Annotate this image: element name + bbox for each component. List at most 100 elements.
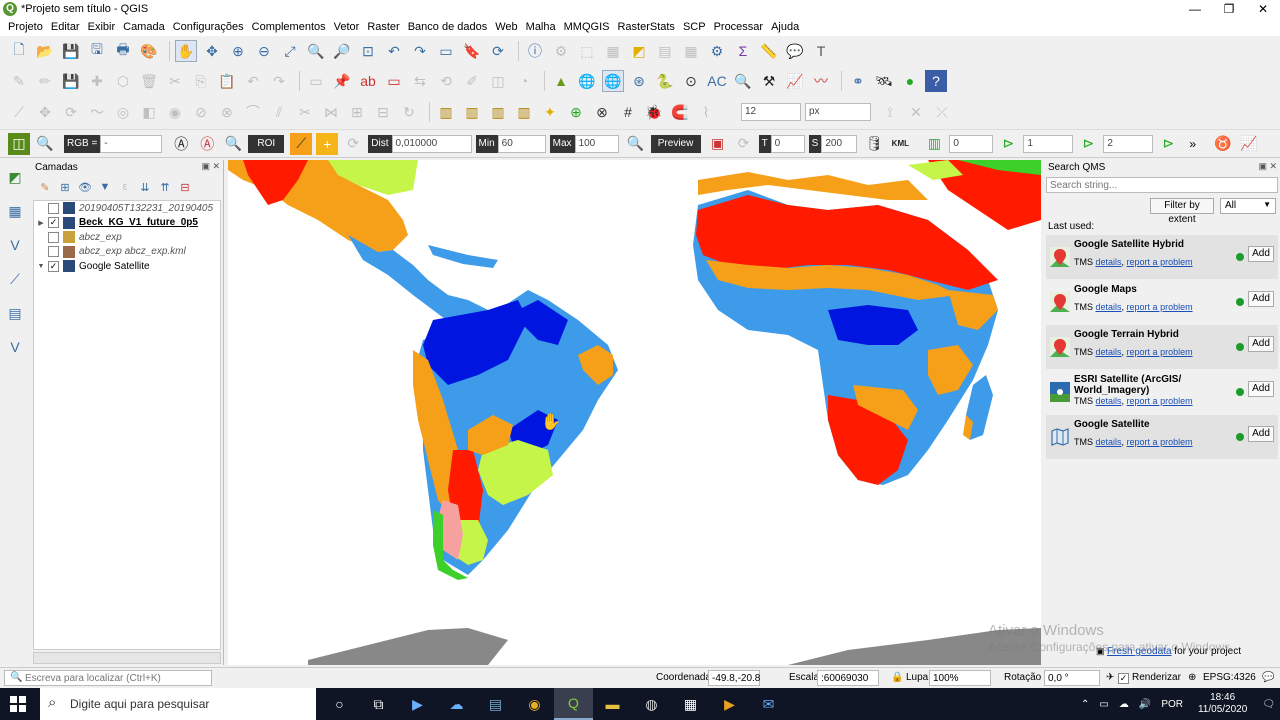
diagram-icon[interactable]: ◔: [513, 70, 535, 92]
details-link[interactable]: details: [1096, 347, 1122, 357]
band-set-icon[interactable]: ▥: [923, 133, 945, 155]
statistics-icon[interactable]: Σ: [732, 40, 754, 62]
menu-exibir[interactable]: Exibir: [84, 21, 120, 33]
rotate-point-icon[interactable]: ↻: [398, 101, 420, 123]
windows-start-icon[interactable]: [0, 688, 36, 720]
merge-attributes-icon[interactable]: ⊟: [372, 101, 394, 123]
roi-redo-icon[interactable]: ⟳: [342, 133, 364, 155]
zoom-preview-icon[interactable]: 🔍: [625, 133, 647, 155]
taskbar-search-input[interactable]: ⌕ Digite aqui para pesquisar: [40, 688, 316, 720]
notifications-icon[interactable]: 🗨: [1262, 699, 1275, 710]
add-group-icon[interactable]: ⊞: [57, 179, 73, 195]
pin-add-icon[interactable]: ⊕: [565, 101, 587, 123]
scp-ab-icon[interactable]: Ⓐ: [170, 133, 192, 155]
trace-icon[interactable]: ⟟: [879, 101, 901, 123]
minimize-button[interactable]: —: [1178, 0, 1212, 18]
clock[interactable]: 18:46 11/05/2020: [1198, 692, 1247, 716]
menu-vetor[interactable]: Vetor: [330, 21, 364, 33]
unit-select[interactable]: px: [805, 103, 871, 121]
deselect-icon[interactable]: ◩: [628, 40, 650, 62]
menu-banco-de-dados[interactable]: Banco de dados: [404, 21, 492, 33]
vertical-bars-4-icon[interactable]: ▥: [513, 101, 535, 123]
zoom-roi-icon[interactable]: 🔍: [222, 133, 244, 155]
add-service-button[interactable]: Add: [1248, 336, 1274, 352]
magnifier-field[interactable]: 100%: [929, 670, 991, 686]
qms-search-input[interactable]: Search string...: [1046, 177, 1278, 193]
add-virtual-layer-icon[interactable]: V: [4, 336, 26, 358]
rotation-field[interactable]: 0,0 °: [1044, 670, 1100, 686]
layer-row[interactable]: ▶ ✓ Beck_KG_V1_future_0p5: [34, 216, 220, 231]
roi-draw-icon[interactable]: ⟋: [290, 132, 313, 155]
move-label-icon[interactable]: ⇆: [409, 70, 431, 92]
add-postgis-icon[interactable]: ⟋: [4, 268, 26, 290]
plot-icon[interactable]: 📈: [1238, 133, 1260, 155]
filter-select[interactable]: All ▼: [1220, 198, 1276, 214]
field-calculator-icon[interactable]: ▦: [680, 40, 702, 62]
min-field[interactable]: 60: [497, 134, 546, 153]
zoom-last-icon[interactable]: ↶: [383, 40, 405, 62]
onedrive-icon[interactable]: ☁: [1119, 699, 1129, 710]
rotate-label-icon[interactable]: ⟲: [435, 70, 457, 92]
new-map-view-icon[interactable]: ▭: [435, 40, 457, 62]
band-next-3-icon[interactable]: ⊳: [1157, 133, 1179, 155]
open-styling-icon[interactable]: ✎: [37, 179, 53, 195]
pin-remove-icon[interactable]: ⊗: [591, 101, 613, 123]
dist-field[interactable]: 0,010000: [391, 134, 472, 153]
add-service-button[interactable]: Add: [1248, 291, 1274, 307]
label-tool-icon[interactable]: ▭: [305, 70, 327, 92]
scp-main-icon[interactable]: ◫: [8, 132, 30, 155]
vertical-bars-2-icon[interactable]: ▥: [461, 101, 483, 123]
classification-icon[interactable]: ▣: [707, 133, 729, 155]
band-field-3[interactable]: 2: [1103, 134, 1154, 153]
details-link[interactable]: details: [1096, 437, 1122, 447]
bookmark-icon[interactable]: 🔖: [461, 40, 483, 62]
processing-toolbox-icon[interactable]: ⚙: [706, 40, 728, 62]
toolbar-overflow[interactable]: »: [1189, 137, 1196, 151]
digitize-line-icon[interactable]: ⟋: [8, 101, 30, 123]
task-view-icon[interactable]: ⧉: [359, 688, 398, 720]
zoom-next-icon[interactable]: ↷: [409, 40, 431, 62]
layer-visibility-checkbox[interactable]: [48, 202, 59, 214]
filter-legend-icon[interactable]: ▼: [97, 179, 113, 195]
filter-expression-icon[interactable]: ε: [117, 179, 133, 195]
add-service-button[interactable]: Add: [1248, 426, 1274, 442]
layer-row[interactable]: abcz_exp abcz_exp.kml: [34, 245, 220, 260]
print-layout-icon[interactable]: 🖶: [112, 40, 134, 62]
add-service-button[interactable]: Add: [1248, 381, 1274, 397]
details-link[interactable]: details: [1096, 257, 1122, 267]
refresh-icon[interactable]: ⟳: [487, 40, 509, 62]
tray-chevron-icon[interactable]: ⌃: [1081, 699, 1089, 710]
delete-part-icon[interactable]: ⊗: [216, 101, 238, 123]
edit-pencil-icon[interactable]: ✎: [8, 70, 30, 92]
layer-visibility-checkbox[interactable]: [48, 231, 59, 243]
report-link[interactable]: report a problem: [1127, 302, 1193, 312]
simplify-icon[interactable]: 〜: [86, 101, 108, 123]
reshape-icon[interactable]: ⌒: [242, 101, 264, 123]
layer-visibility-checkbox[interactable]: ✓: [48, 260, 59, 272]
zoom-full-icon[interactable]: ⤢: [279, 40, 301, 62]
add-part-icon[interactable]: ◧: [138, 101, 160, 123]
label-abc-icon[interactable]: ab: [357, 70, 379, 92]
expand-arrow-icon[interactable]: ▼: [34, 263, 48, 270]
notes-app-icon[interactable]: ▤: [476, 688, 515, 720]
panel-float-close-icon[interactable]: ▣ ✕: [1258, 161, 1277, 172]
highlight-icon[interactable]: ✦: [539, 101, 561, 123]
s-field[interactable]: 200: [821, 134, 858, 153]
menu-scp[interactable]: SCP: [679, 21, 710, 33]
paste-icon[interactable]: 📋: [216, 70, 238, 92]
menu-camada[interactable]: Camada: [119, 21, 169, 33]
mail-icon[interactable]: ✉: [749, 688, 788, 720]
video-app-icon[interactable]: ▶: [710, 688, 749, 720]
add-delimited-text-icon[interactable]: V: [4, 234, 26, 256]
label-highlight-icon[interactable]: ▭: [383, 70, 405, 92]
chart-icon[interactable]: 📈: [784, 70, 806, 92]
crs-label[interactable]: EPSG:4326: [1203, 672, 1256, 683]
zoom-selection-icon[interactable]: 🔍: [305, 40, 327, 62]
crs-icon[interactable]: ⊕: [1188, 672, 1196, 683]
redo-icon[interactable]: ↷: [268, 70, 290, 92]
kml-icon[interactable]: KML: [889, 133, 911, 155]
render-checkbox[interactable]: ✓: [1118, 673, 1129, 684]
help-icon[interactable]: ?: [925, 70, 947, 92]
message-log-icon[interactable]: 💬: [1262, 672, 1274, 683]
toggle-editing-icon[interactable]: ✏: [34, 70, 56, 92]
